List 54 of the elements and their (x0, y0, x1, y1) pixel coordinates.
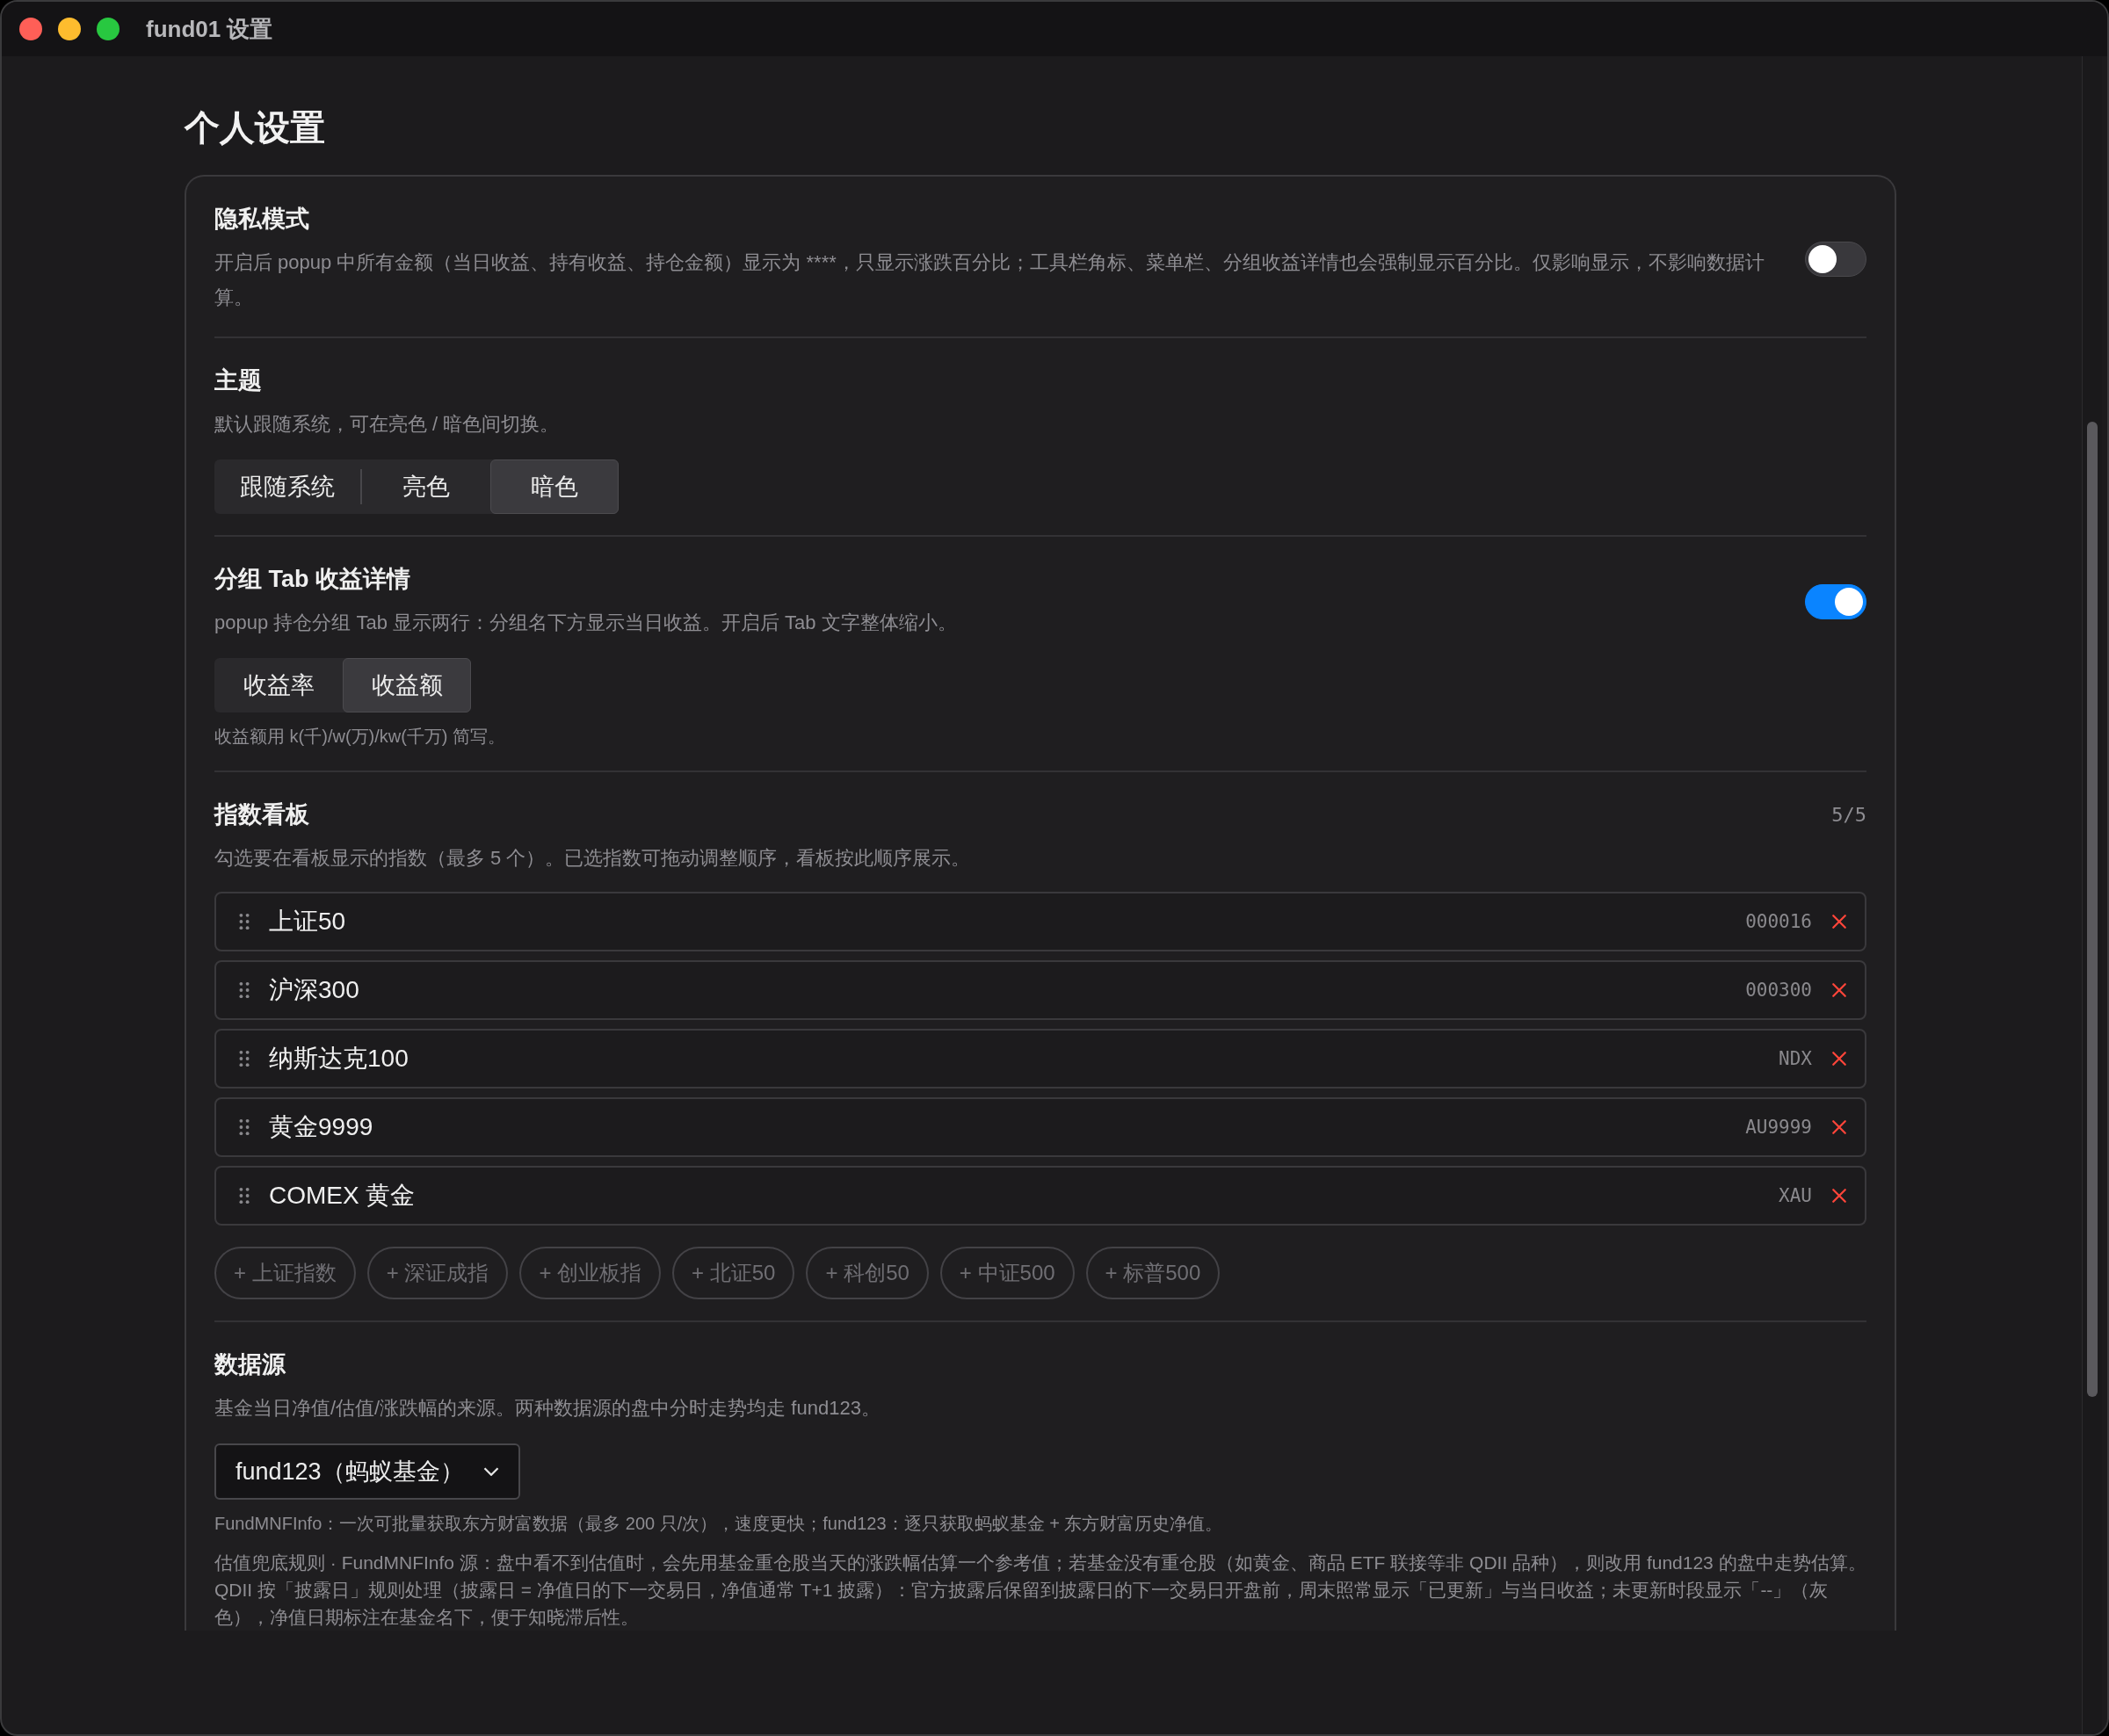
drag-handle-icon[interactable] (239, 1186, 250, 1205)
index-name: COMEX 黄金 (269, 1181, 417, 1211)
index-list-item[interactable]: 上证50 000016 (214, 892, 1866, 951)
remove-icon[interactable] (1831, 1119, 1847, 1135)
chevron-down-icon (482, 1467, 499, 1476)
zoom-icon[interactable] (97, 18, 120, 40)
section-description: 开启后 popup 中所有金额（当日收益、持有收益、持仓金额）显示为 ****，只显示涨跌百分比；工具栏角标、菜单栏、分组收益详情也会强制显示百分比。仅影响显示，不影响数据计算。 (214, 250, 1765, 310)
index-list-item[interactable]: 沪深300 000300 (214, 960, 1866, 1020)
index-list-item[interactable]: 黄金9999 AU9999 (214, 1097, 1866, 1157)
drag-handle-icon[interactable] (239, 1118, 250, 1137)
section-title: 数据源 (214, 1350, 286, 1379)
segment-option[interactable]: 跟随系统 (214, 459, 360, 514)
rules-paragraph: 估值兜底规则 · FundMNFInfo 源：盘中看不到估值时，会先用基金重仓股当天的涨跌幅估算一个参考值；若基金没有重仓股（如黄金、商品 ETF 联接等非 QDII 品种），则改用 fund123 的盘中走势估算。QDII 按「披露日」规则处理（披露日 = 净值日的下一交易日，净值通常 T+1 披露）：官方披露后保留到披露日的下一交易日开盘前，周末照常显示「已更新」与当日收益；未更新时段显示「--」（灰色），净值日期标注在基金名下，便于知晓滞后性。 (214, 1552, 1866, 1629)
index-code: NDX (1779, 1048, 1812, 1069)
index-name: 上证50 (269, 907, 347, 937)
remove-icon[interactable] (1831, 914, 1847, 929)
toggle-switch[interactable] (1805, 242, 1866, 277)
hint-text: FundMNFInfo：一次可批量获取东方财富数据（最多 200 只/次），速度更快；fund123：逐只获取蚂蚁基金 + 东方财富历史净值。 (214, 1513, 1224, 1535)
section-description: 默认跟随系统，可在亮色 / 暗色间切换。 (214, 412, 561, 437)
index-name: 沪深300 (269, 975, 360, 1005)
segment-option[interactable]: 暗色 (490, 459, 619, 514)
remove-icon[interactable] (1831, 1188, 1847, 1204)
index-code: 000300 (1745, 980, 1812, 1001)
section-description: popup 持仓分组 Tab 显示两行：分组名下方显示当日收益。开启后 Tab 文字整体缩小。 (214, 611, 958, 635)
close-icon[interactable] (19, 18, 42, 40)
data-source-dropdown[interactable]: fund123（蚂蚁基金） (214, 1443, 520, 1500)
index-name: 黄金9999 (269, 1112, 374, 1142)
drag-handle-icon[interactable] (239, 980, 250, 1000)
segment-option[interactable]: 收益率 (214, 658, 343, 712)
page-heading: 个人设置 (185, 107, 326, 148)
section-title: 分组 Tab 收益详情 (214, 565, 411, 594)
section-description: 勾选要在看板显示的指数（最多 5 个）。已选指数可拖动调整顺序，看板按此顺序展示。 (214, 846, 972, 871)
minimize-icon[interactable] (58, 18, 81, 40)
remove-icon[interactable] (1831, 982, 1847, 998)
drag-handle-icon[interactable] (239, 1049, 250, 1068)
index-code: 000016 (1745, 911, 1812, 932)
section-title: 主题 (214, 366, 263, 395)
toggle-switch[interactable] (1805, 584, 1866, 619)
section-title: 隐私模式 (214, 205, 310, 234)
segment-option[interactable]: 亮色 (362, 459, 490, 514)
drag-handle-icon[interactable] (239, 912, 250, 931)
index-name: 纳斯达克100 (269, 1044, 409, 1074)
selection-count: 5/5 (1831, 803, 1866, 826)
index-list-item[interactable]: COMEX 黄金 XAU (214, 1166, 1866, 1226)
index-code: AU9999 (1745, 1117, 1812, 1138)
scrollbar[interactable] (2082, 56, 2102, 1734)
remove-icon[interactable] (1831, 1051, 1847, 1067)
section-description: 基金当日净值/估值/涨跌幅的来源。两种数据源的盘中分时走势均走 fund123。 (214, 1396, 881, 1421)
window-title: fund01 设置 (146, 14, 273, 44)
index-code: XAU (1779, 1185, 1812, 1206)
segment-option[interactable]: 收益额 (343, 658, 471, 712)
index-list-item[interactable]: 纳斯达克100 NDX (214, 1029, 1866, 1089)
section-title: 指数看板 (214, 800, 309, 829)
hint-text: 收益额用 k(千)/w(万)/kw(千万) 简写。 (214, 726, 507, 748)
